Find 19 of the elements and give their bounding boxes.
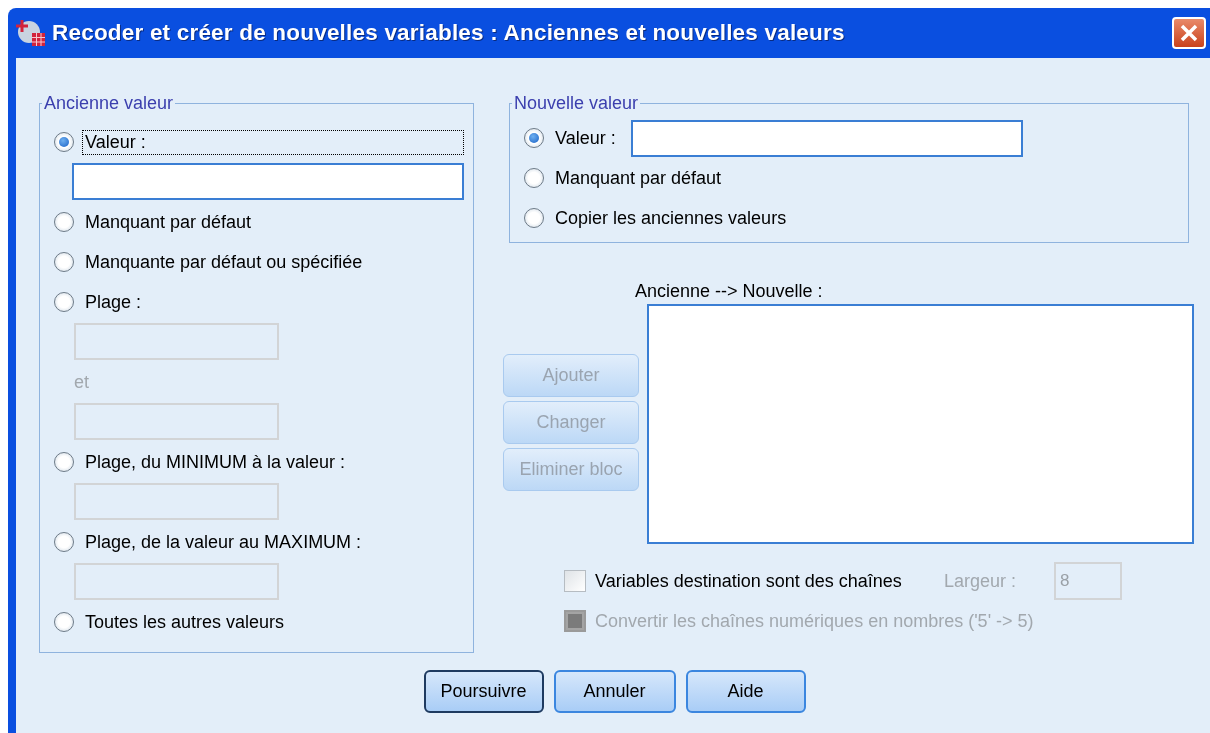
field-label: Largeur : (943, 570, 1016, 592)
radio-button[interactable]: Copier les anciennes valeurs (524, 205, 790, 231)
list-label: Ancienne --> Nouvelle : (635, 280, 824, 303)
radio-button[interactable]: Manquant par défaut (524, 165, 725, 191)
radio-button[interactable]: Plage, de la valeur au MAXIMUM : (54, 529, 365, 555)
push-button[interactable]: Annuler (553, 670, 676, 713)
radio-button[interactable]: Manquant par défaut (54, 209, 255, 235)
radio-button[interactable]: Plage, du MINIMUM à la valeur : (54, 449, 349, 475)
radio-button[interactable]: Toutes les autres valeurs (54, 609, 288, 635)
push-button[interactable]: Aide (685, 670, 806, 713)
radio-button[interactable]: Valeur : (524, 125, 619, 151)
push-button[interactable]: Poursuivre (423, 670, 544, 713)
radio-button[interactable]: Manquante par défaut ou spécifiée (54, 249, 366, 275)
caption: et (74, 371, 90, 394)
radio-button[interactable]: Plage : (54, 289, 145, 315)
checkbox[interactable]: Variables destination sont des chaînes (564, 570, 902, 592)
group-title: Nouvelle valeur (513, 93, 640, 114)
group-title: Ancienne valeur (43, 93, 175, 114)
window-title: Recoder et créer de nouvelles variables : Anciennes et nouvelles valeurs (52, 20, 846, 46)
